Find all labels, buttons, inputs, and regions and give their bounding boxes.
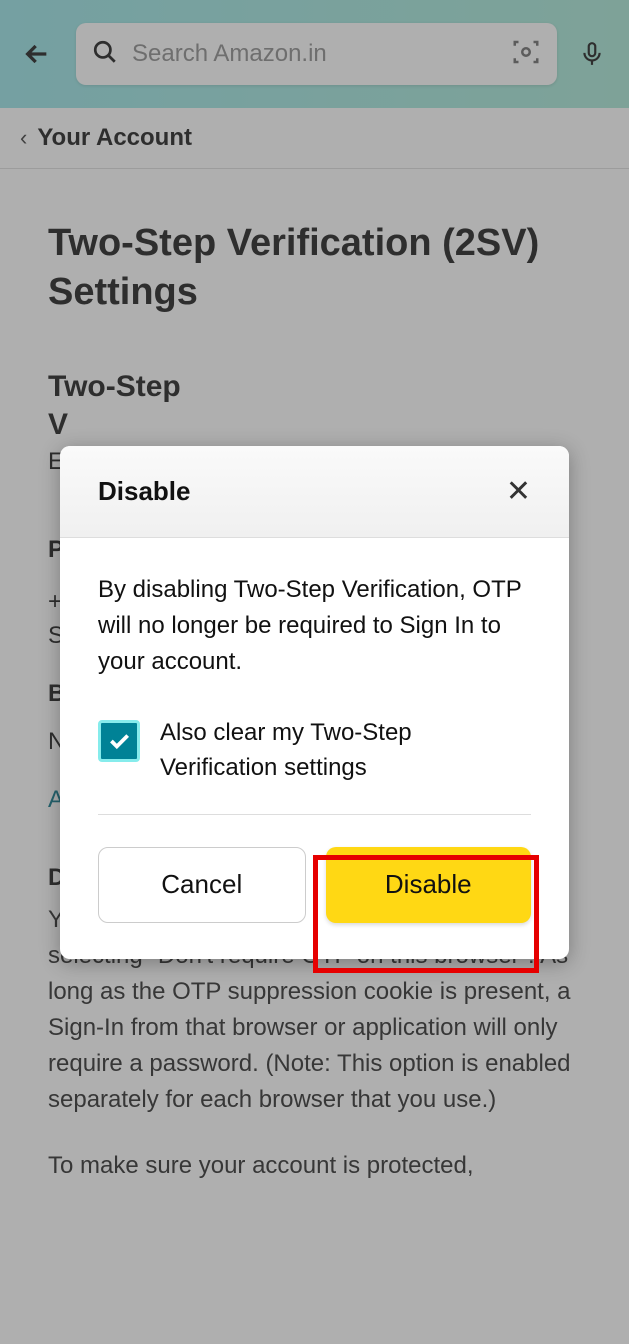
- close-icon[interactable]: ✕: [498, 470, 539, 513]
- cancel-button[interactable]: Cancel: [98, 847, 306, 923]
- checkbox-row[interactable]: Also clear my Two-Step Verification sett…: [60, 704, 569, 814]
- modal-button-row: Cancel Disable: [60, 815, 569, 931]
- clear-settings-checkbox[interactable]: [98, 720, 140, 762]
- modal-header: Disable ✕: [60, 446, 569, 538]
- disable-confirm-button[interactable]: Disable: [326, 847, 532, 923]
- checkbox-label: Also clear my Two-Step Verification sett…: [160, 716, 531, 786]
- checkmark-icon: [106, 728, 132, 754]
- disable-2sv-modal: Disable ✕ By disabling Two-Step Verifica…: [60, 446, 569, 959]
- modal-body-text: By disabling Two-Step Verification, OTP …: [60, 538, 569, 704]
- modal-title: Disable: [98, 476, 191, 507]
